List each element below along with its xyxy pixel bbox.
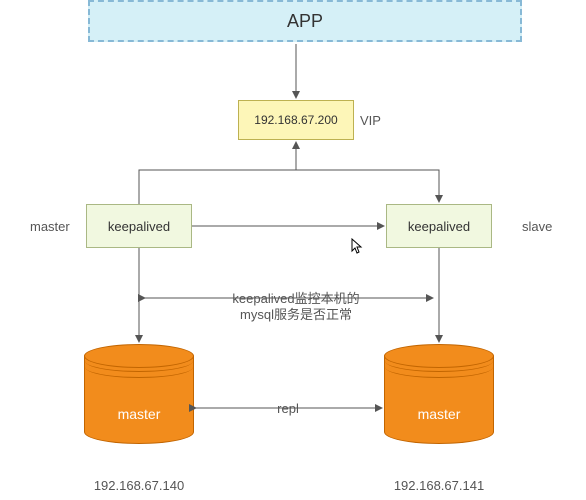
db-ring-shape (385, 356, 493, 378)
vip-box: 192.168.67.200 (238, 100, 354, 140)
db-left-label: master (84, 406, 194, 422)
cursor-icon (351, 238, 365, 257)
keepalived-left-box: keepalived (86, 204, 192, 248)
monitor-annotation-line2: mysql服务是否正常 (198, 304, 394, 323)
keepalived-right-box: keepalived (386, 204, 492, 248)
vip-ip: 192.168.67.200 (254, 113, 337, 127)
db-right: master (384, 344, 494, 444)
replication-label: repl (258, 401, 318, 416)
vip-label: VIP (360, 113, 381, 128)
db-left: master (84, 344, 194, 444)
db-right-label: master (384, 406, 494, 422)
ip-left-label: 192.168.67.140 (84, 478, 194, 493)
keepalived-right-label: keepalived (408, 219, 470, 234)
ip-right-label: 192.168.67.141 (384, 478, 494, 493)
app-label: APP (287, 11, 323, 32)
keepalived-left-label: keepalived (108, 219, 170, 234)
db-ring-shape (85, 356, 193, 378)
role-right-label: slave (522, 219, 552, 234)
app-box: APP (88, 0, 522, 42)
role-left-label: master (30, 219, 70, 234)
